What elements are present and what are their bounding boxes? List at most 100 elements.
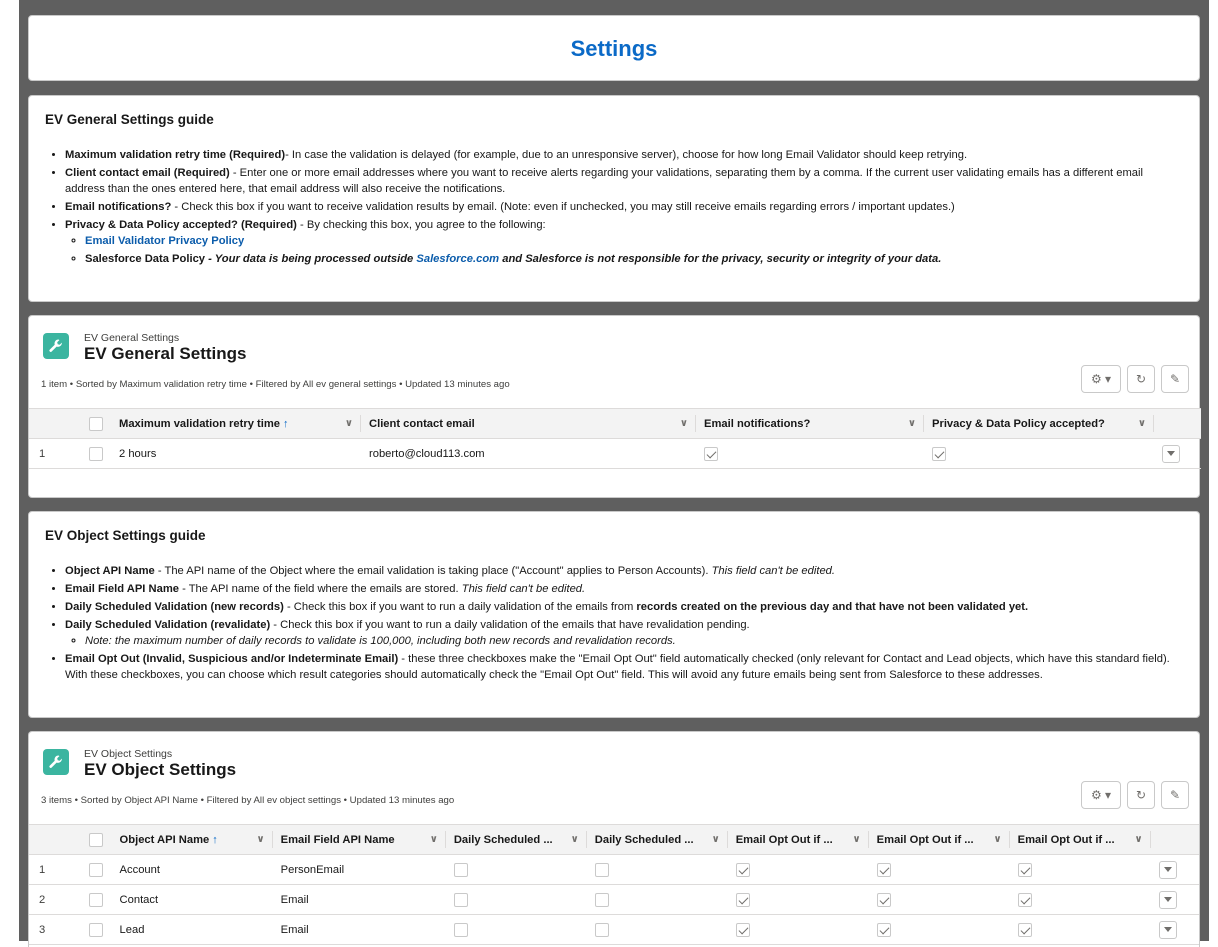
row-number-header (29, 408, 81, 439)
list-header: EV General Settings EV General Settings … (29, 316, 1199, 393)
select-all-checkbox[interactable] (89, 416, 103, 431)
row-checkbox[interactable] (89, 922, 104, 937)
chevron-down-icon[interactable]: ∨ (1138, 418, 1146, 429)
privacy-policy-item: Email Validator Privacy Policy (85, 233, 1183, 249)
column-label: Client contact email (369, 417, 475, 430)
column-header-retry[interactable]: Maximum validation retry time ↑ ∨ (111, 408, 361, 439)
opt-out-checkbox (876, 922, 891, 937)
column-header-privacy[interactable]: Privacy & Data Policy accepted? ∨ (924, 408, 1154, 439)
table-row: 1 2 hours roberto@cloud113.com (29, 438, 1201, 469)
row-number: 2 (29, 884, 82, 915)
privacy-cell (924, 438, 1154, 469)
chevron-down-icon[interactable]: ∨ (680, 418, 688, 429)
edit-list-button[interactable]: ✎ (1161, 365, 1189, 393)
edit-list-button[interactable]: ✎ (1161, 781, 1189, 809)
guide-desc: - Check this box if you want to run a da… (283, 601, 637, 613)
object-settings-guide: EV Object Settings guide Object API Name… (28, 511, 1200, 718)
daily-new-cell (445, 854, 587, 885)
daily-new-cell (445, 884, 587, 915)
list-title[interactable]: EV Object Settings (84, 760, 236, 780)
sf-policy-text: and Salesforce is not responsible for th… (499, 253, 942, 265)
gear-icon: ⚙ ▾ (1090, 788, 1112, 802)
chevron-down-icon[interactable]: ∨ (345, 418, 353, 429)
row-select-cell (81, 854, 112, 885)
chevron-down-icon[interactable]: ∨ (571, 834, 579, 845)
column-header-email[interactable]: Client contact email ∨ (361, 408, 696, 439)
list-title[interactable]: EV General Settings (84, 344, 247, 364)
list-object-label: EV Object Settings (84, 748, 173, 760)
select-all-checkbox[interactable] (89, 832, 104, 847)
opt-out-3-cell (1009, 854, 1151, 885)
object-guide-title: EV Object Settings guide (45, 528, 206, 543)
chevron-down-icon[interactable]: ∨ (257, 834, 265, 845)
row-actions-cell (1150, 914, 1199, 945)
list-toolbar: ⚙ ▾ ↻ ✎ (1081, 365, 1189, 393)
table-row: 3 Lead Email (29, 914, 1199, 945)
row-checkbox[interactable] (89, 862, 104, 877)
column-header-object-api[interactable]: Object API Name ↑ ∨ (111, 824, 273, 855)
row-checkbox[interactable] (89, 892, 104, 907)
opt-out-3-cell (1009, 914, 1151, 945)
table-row: 2 Contact Email (29, 884, 1199, 915)
list-meta: 1 item • Sorted by Maximum validation re… (41, 379, 510, 390)
daily-new-checkbox (453, 892, 468, 907)
guide-item-field-api: Email Field API Name - The API name of t… (65, 581, 1183, 597)
daily-limit-note: Note: the maximum number of daily record… (85, 633, 1183, 649)
daily-revalidate-cell (586, 914, 728, 945)
general-settings-table: Maximum validation retry time ↑ ∨ Client c… (29, 408, 1201, 469)
guide-term: Client contact email (Required) (65, 167, 230, 179)
opt-out-1-cell (727, 854, 869, 885)
salesforce-link[interactable]: Salesforce.com (416, 253, 499, 265)
object-guide-list: Object API Name - The API name of the Ob… (45, 563, 1183, 683)
table-header-row: Object API Name ↑ ∨ Email Field API Name ∨ … (29, 824, 1199, 855)
column-label: Email Opt Out if ... (876, 833, 974, 846)
guide-item-retry: Maximum validation retry time (Required)… (65, 147, 1183, 163)
list-settings-button[interactable]: ⚙ ▾ (1081, 781, 1121, 809)
list-object-label: EV General Settings (84, 332, 180, 344)
privacy-policy-link[interactable]: Email Validator Privacy Policy (85, 235, 244, 247)
column-header-daily-new[interactable]: Daily Scheduled ... ∨ (445, 824, 587, 855)
chevron-down-icon[interactable]: ∨ (1134, 834, 1142, 845)
column-header-opt-out-1[interactable]: Email Opt Out if ... ∨ (727, 824, 869, 855)
notifications-cell (696, 438, 924, 469)
general-settings-list-view: EV General Settings EV General Settings … (28, 315, 1201, 498)
column-header-daily-revalidate[interactable]: Daily Scheduled ... ∨ (586, 824, 728, 855)
object-api-cell: Contact (111, 884, 273, 915)
refresh-button[interactable]: ↻ (1127, 365, 1155, 393)
row-checkbox[interactable] (89, 446, 103, 461)
column-header-opt-out-3[interactable]: Email Opt Out if ... ∨ (1009, 824, 1151, 855)
caret-down-icon[interactable] (1158, 890, 1177, 909)
chevron-down-icon[interactable]: ∨ (908, 418, 916, 429)
column-header-notifications[interactable]: Email notifications? ∨ (696, 408, 924, 439)
app-frame: Settings EV General Settings guide Maxim… (19, 0, 1209, 947)
row-number-header (29, 824, 82, 855)
email-cell: roberto@cloud113.com (361, 438, 696, 469)
chevron-down-icon[interactable]: ∨ (994, 834, 1002, 845)
guide-desc: - The API name of the field where the em… (178, 583, 462, 595)
opt-out-checkbox (1017, 922, 1032, 937)
refresh-button[interactable]: ↻ (1127, 781, 1155, 809)
guide-item-notifications: Email notifications? - Check this box if… (65, 199, 1183, 215)
guide-desc: - The API name of the Object where the e… (154, 565, 712, 577)
list-settings-button[interactable]: ⚙ ▾ (1081, 365, 1121, 393)
caret-down-icon[interactable] (1158, 920, 1177, 939)
column-label: Privacy & Data Policy accepted? (932, 417, 1105, 430)
opt-out-2-cell (868, 914, 1010, 945)
privacy-checkbox (932, 446, 946, 461)
refresh-icon: ↻ (1135, 788, 1147, 802)
caret-down-icon[interactable] (1162, 444, 1180, 463)
row-actions-cell (1150, 854, 1199, 885)
guide-note: This field can't be edited. (711, 565, 836, 577)
opt-out-checkbox (876, 892, 891, 907)
caret-down-icon[interactable] (1158, 860, 1177, 879)
column-label: Daily Scheduled ... (453, 833, 553, 846)
chevron-down-icon[interactable]: ∨ (853, 834, 861, 845)
chevron-down-icon[interactable]: ∨ (712, 834, 720, 845)
guide-desc: - Check this box if you want to run a da… (270, 619, 750, 631)
column-header-field-api[interactable]: Email Field API Name ∨ (272, 824, 446, 855)
column-header-opt-out-2[interactable]: Email Opt Out if ... ∨ (868, 824, 1010, 855)
opt-out-checkbox (735, 862, 750, 877)
sf-policy-text: - Your data is being processed outside (205, 253, 417, 265)
chevron-down-icon[interactable]: ∨ (430, 834, 438, 845)
row-select-cell (81, 438, 111, 469)
